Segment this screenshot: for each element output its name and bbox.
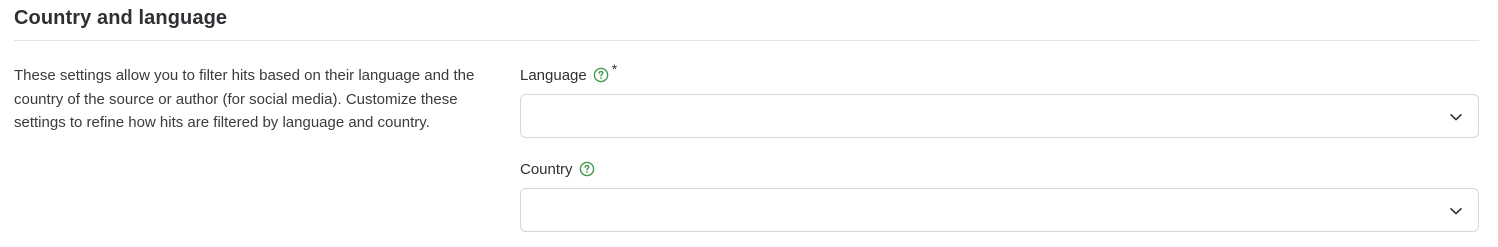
country-select[interactable]: [520, 188, 1479, 232]
language-label-row: Language *: [520, 61, 1479, 88]
language-field: Language *: [520, 61, 1479, 138]
language-help-icon[interactable]: [593, 67, 609, 83]
language-select[interactable]: [520, 94, 1479, 138]
country-field: Country: [520, 156, 1479, 232]
chevron-down-icon: [1450, 208, 1462, 215]
question-circle-icon: [593, 67, 609, 83]
country-help-icon[interactable]: [579, 161, 595, 177]
question-circle-icon: [579, 161, 594, 177]
required-asterisk: *: [611, 61, 618, 77]
section-divider: [14, 40, 1479, 41]
country-label: Country: [520, 160, 573, 178]
language-label: Language: [520, 66, 587, 84]
section-description: These settings allow you to filter hits …: [14, 67, 475, 131]
country-label-row: Country: [520, 156, 1479, 182]
section-title: Country and language: [14, 7, 228, 29]
chevron-down-icon: [1450, 114, 1462, 121]
